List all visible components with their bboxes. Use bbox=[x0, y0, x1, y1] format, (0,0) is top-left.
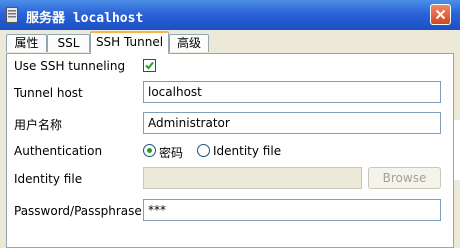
title-bar[interactable]: 服务器 localhost bbox=[0, 0, 460, 30]
tunnel-host-input[interactable]: localhost bbox=[143, 81, 441, 103]
server-icon bbox=[6, 7, 18, 23]
tab-label: 属性 bbox=[14, 36, 39, 50]
use-ssh-checkbox[interactable] bbox=[143, 59, 156, 72]
tab-ssl[interactable]: SSL bbox=[47, 34, 90, 52]
password-label: Password/Passphrase bbox=[14, 204, 142, 218]
password-input[interactable]: *** bbox=[143, 199, 441, 221]
username-input[interactable]: Administrator bbox=[143, 112, 441, 134]
close-button[interactable] bbox=[430, 4, 451, 25]
identity-file-label: Identity file bbox=[14, 172, 83, 186]
tab-properties[interactable]: 属性 bbox=[6, 34, 47, 52]
tunnel-host-label: Tunnel host bbox=[14, 86, 83, 100]
tab-advanced[interactable]: 高级 bbox=[169, 34, 209, 52]
tab-label: SSH Tunnel bbox=[95, 35, 164, 49]
auth-identity-label[interactable]: Identity file bbox=[213, 144, 281, 158]
auth-password-label[interactable]: 密码 bbox=[159, 144, 183, 161]
radio-selected-dot bbox=[147, 148, 152, 153]
tab-label: 高级 bbox=[176, 36, 201, 50]
auth-password-radio[interactable] bbox=[143, 144, 156, 157]
identity-file-input[interactable] bbox=[143, 167, 362, 189]
background-window-edge bbox=[454, 120, 460, 180]
window-title: 服务器 localhost bbox=[26, 11, 144, 26]
tab-ssh-tunnel[interactable]: SSH Tunnel bbox=[90, 31, 169, 54]
browse-button[interactable]: Browse bbox=[368, 167, 441, 189]
authentication-label: Authentication bbox=[14, 144, 103, 158]
auth-identity-radio[interactable] bbox=[197, 144, 210, 157]
use-ssh-label: Use SSH tunneling bbox=[14, 59, 126, 73]
checkmark-icon bbox=[145, 61, 154, 70]
username-label: 用户名称 bbox=[14, 118, 63, 132]
close-icon bbox=[435, 9, 446, 20]
tab-label: SSL bbox=[57, 36, 80, 50]
dialog-window: 服务器 localhost 属性 SSL SSH Tunnel 高级 Use S… bbox=[0, 0, 460, 248]
